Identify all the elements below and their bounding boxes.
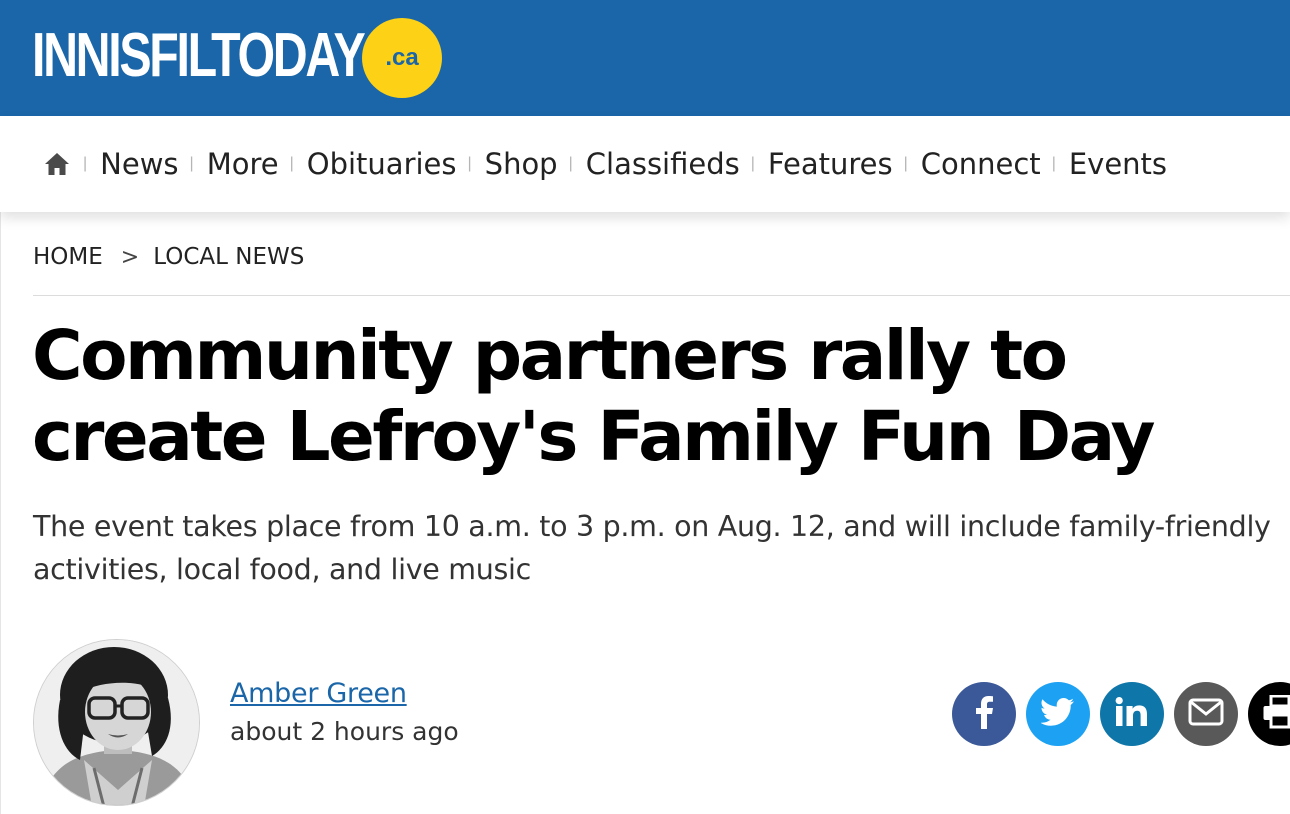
article-summary: The event takes place from 10 a.m. to 3 … xyxy=(33,510,1271,586)
nav-item-classifieds[interactable]: Classifieds xyxy=(586,147,740,181)
logo-badge: .ca xyxy=(362,18,442,98)
share-print-button[interactable] xyxy=(1248,682,1290,746)
nav-separator: | xyxy=(750,155,755,172)
share-email-button[interactable] xyxy=(1174,682,1238,746)
nav-separator: | xyxy=(1051,155,1056,172)
content-border xyxy=(0,212,1,814)
author-name-link[interactable]: Amber Green xyxy=(230,678,407,709)
nav-separator: | xyxy=(289,155,294,172)
print-icon xyxy=(1262,694,1290,733)
nav-separator: | xyxy=(189,155,194,172)
breadcrumb-home-link[interactable]: HOME xyxy=(33,244,103,270)
email-icon xyxy=(1188,698,1224,730)
article-content: HOME > LOCAL NEWS Community partners ral… xyxy=(0,212,1290,814)
nav-item-more[interactable]: More xyxy=(207,147,279,181)
nav-item-news[interactable]: News xyxy=(100,147,178,181)
breadcrumb-section-link[interactable]: LOCAL NEWS xyxy=(153,244,304,270)
share-linkedin-button[interactable] xyxy=(1100,682,1164,746)
publish-time: about 2 hours ago xyxy=(230,717,459,746)
main-nav: | News | More | Obituaries | Shop | Clas… xyxy=(0,116,1290,212)
nav-list: | News | More | Obituaries | Shop | Clas… xyxy=(44,116,1167,212)
home-icon[interactable] xyxy=(44,149,72,179)
breadcrumb-divider xyxy=(33,295,1290,296)
breadcrumb-separator: > xyxy=(120,244,140,270)
logo-wordmark: INNISFILTODAY xyxy=(32,21,366,90)
nav-item-events[interactable]: Events xyxy=(1069,147,1167,181)
share-twitter-button[interactable] xyxy=(1026,682,1090,746)
author-avatar[interactable] xyxy=(33,639,200,806)
nav-item-connect[interactable]: Connect xyxy=(921,147,1041,181)
facebook-icon xyxy=(969,695,999,733)
share-facebook-button[interactable] xyxy=(952,682,1016,746)
nav-separator: | xyxy=(467,155,472,172)
breadcrumb: HOME > LOCAL NEWS xyxy=(33,244,304,270)
site-header: INNISFILTODAY .ca xyxy=(0,0,1290,116)
nav-item-features[interactable]: Features xyxy=(768,147,893,181)
nav-item-obituaries[interactable]: Obituaries xyxy=(307,147,457,181)
nav-item-shop[interactable]: Shop xyxy=(485,147,558,181)
article-headline: Community partners rally to create Lefro… xyxy=(32,316,1156,477)
nav-separator: | xyxy=(568,155,573,172)
twitter-icon xyxy=(1040,698,1075,730)
nav-separator: | xyxy=(83,155,88,172)
site-logo[interactable]: INNISFILTODAY .ca xyxy=(32,18,457,98)
linkedin-icon xyxy=(1115,697,1149,731)
nav-separator: | xyxy=(903,155,908,172)
